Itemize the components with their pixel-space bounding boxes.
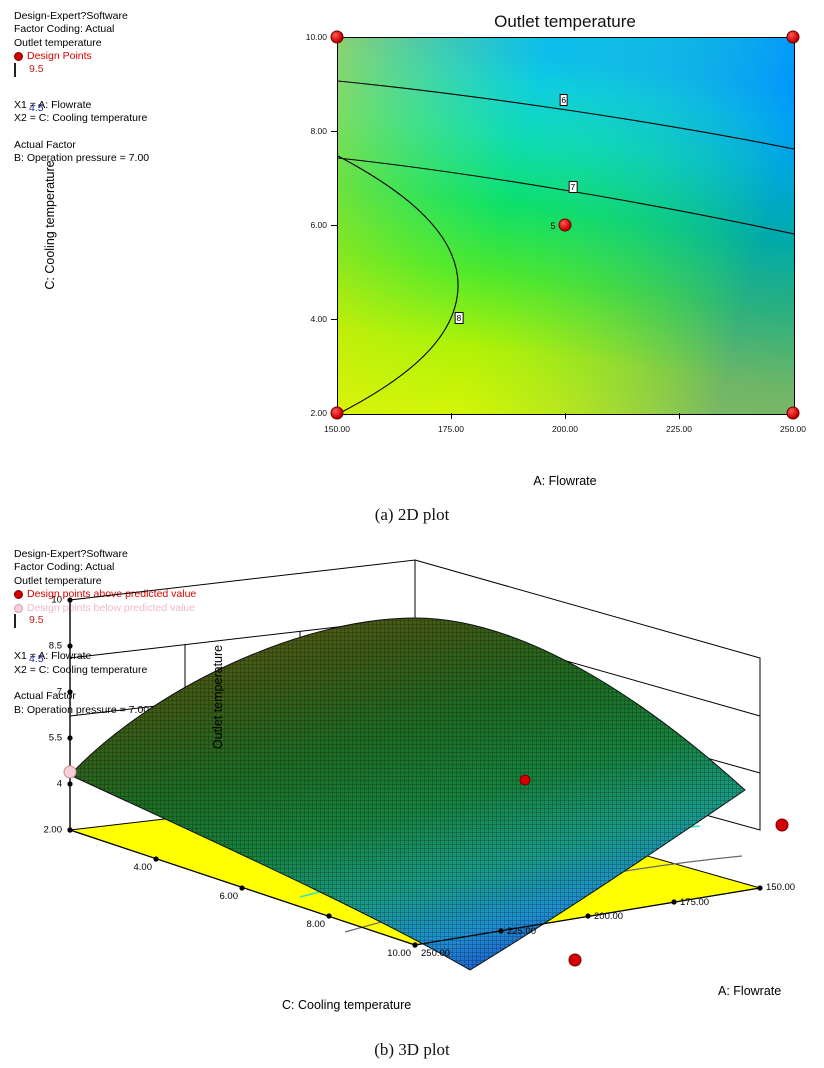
design-point-below bbox=[63, 765, 77, 779]
y-axis-label-2d: C: Cooling temperature bbox=[43, 160, 57, 290]
response-surface bbox=[69, 617, 746, 971]
actual-factor-value: B: Operation pressure = 7.00 bbox=[14, 152, 150, 165]
x-tick-label: 250.00 bbox=[780, 424, 806, 434]
z-axis-label: Outlet temperature bbox=[211, 644, 225, 750]
y-tick-label: 2.00 bbox=[310, 408, 327, 418]
z-axis bbox=[67, 597, 73, 833]
z-tick-label: 10 bbox=[51, 594, 62, 606]
figure-3d-plot: Design-Expert?Software Factor Coding: Ac… bbox=[0, 540, 824, 1035]
z-tick-label: 4 bbox=[56, 778, 62, 790]
a-tick-label: 250.00 bbox=[421, 948, 451, 959]
x-tick-label: 225.00 bbox=[666, 424, 692, 434]
x-tick-label: 175.00 bbox=[438, 424, 464, 434]
z-tick-label: 5.5 bbox=[48, 732, 62, 744]
design-point-center bbox=[558, 218, 572, 232]
design-point-value-label: 5 bbox=[550, 221, 556, 231]
design-point-icon bbox=[14, 52, 23, 62]
contour-label: 8 bbox=[454, 312, 464, 325]
legend-2d: Design-Expert?Software Factor Coding: Ac… bbox=[14, 10, 149, 166]
design-point-above bbox=[519, 774, 531, 786]
design-points-legend-row: Design Points bbox=[14, 50, 149, 63]
contour-label: 6 bbox=[559, 94, 569, 107]
software-label: Design-Expert?Software bbox=[14, 10, 128, 22]
design-point bbox=[330, 30, 344, 44]
y-tick-label: 4.00 bbox=[310, 314, 327, 324]
color-scale-2d: 9.5 4.5 bbox=[14, 62, 44, 114]
caption-2d: (a) 2D plot bbox=[374, 505, 450, 524]
figure-2d-plot: Design-Expert?Software Factor Coding: Ac… bbox=[0, 0, 824, 500]
plot-title-2d: Outlet temperature bbox=[494, 12, 636, 31]
contour-label: 7 bbox=[568, 180, 578, 193]
color-gradient-bar bbox=[14, 62, 16, 77]
a-axis-label: A: Flowrate bbox=[718, 984, 782, 998]
actual-factor-header: Actual Factor bbox=[14, 138, 76, 151]
design-point bbox=[786, 406, 800, 420]
design-points-label: Design Points bbox=[27, 50, 92, 63]
design-point bbox=[330, 406, 344, 420]
a-tick-label: 150.00 bbox=[766, 882, 796, 893]
response-label: Outlet temperature bbox=[14, 36, 102, 49]
y-tick-label: 6.00 bbox=[310, 220, 327, 230]
scale-high-label: 9.5 bbox=[29, 62, 44, 75]
z-tick-label: 8.5 bbox=[48, 640, 62, 652]
c-tick-label: 8.00 bbox=[306, 919, 326, 930]
a-tick-label: 200.00 bbox=[594, 911, 624, 922]
factor-coding-label: Factor Coding: Actual bbox=[14, 23, 115, 36]
scale-low-label: 4.5 bbox=[29, 101, 44, 114]
x-tick-label: 150.00 bbox=[324, 424, 350, 434]
c-tick-label: 4.00 bbox=[133, 862, 153, 873]
design-point-above bbox=[775, 818, 789, 832]
z-tick-label: 7 bbox=[56, 686, 62, 698]
design-point-above bbox=[568, 953, 582, 967]
c-tick-label: 6.00 bbox=[219, 891, 239, 902]
caption-3d: (b) 3D plot bbox=[374, 1040, 450, 1059]
a-tick-label: 175.00 bbox=[680, 897, 710, 908]
x-axis-label-2d: A: Flowrate bbox=[533, 474, 597, 488]
a-tick-label: 225.00 bbox=[507, 926, 537, 937]
c-axis-label: C: Cooling temperature bbox=[282, 998, 412, 1012]
y-tick-label: 10.00 bbox=[305, 32, 327, 42]
design-point bbox=[786, 30, 800, 44]
x-tick-label: 200.00 bbox=[552, 424, 578, 434]
c-tick-label: 10.00 bbox=[387, 948, 411, 959]
y-tick-label: 8.00 bbox=[310, 126, 327, 136]
surface-plot-area bbox=[63, 559, 789, 971]
z-tick-label: 2.00 bbox=[43, 824, 63, 836]
